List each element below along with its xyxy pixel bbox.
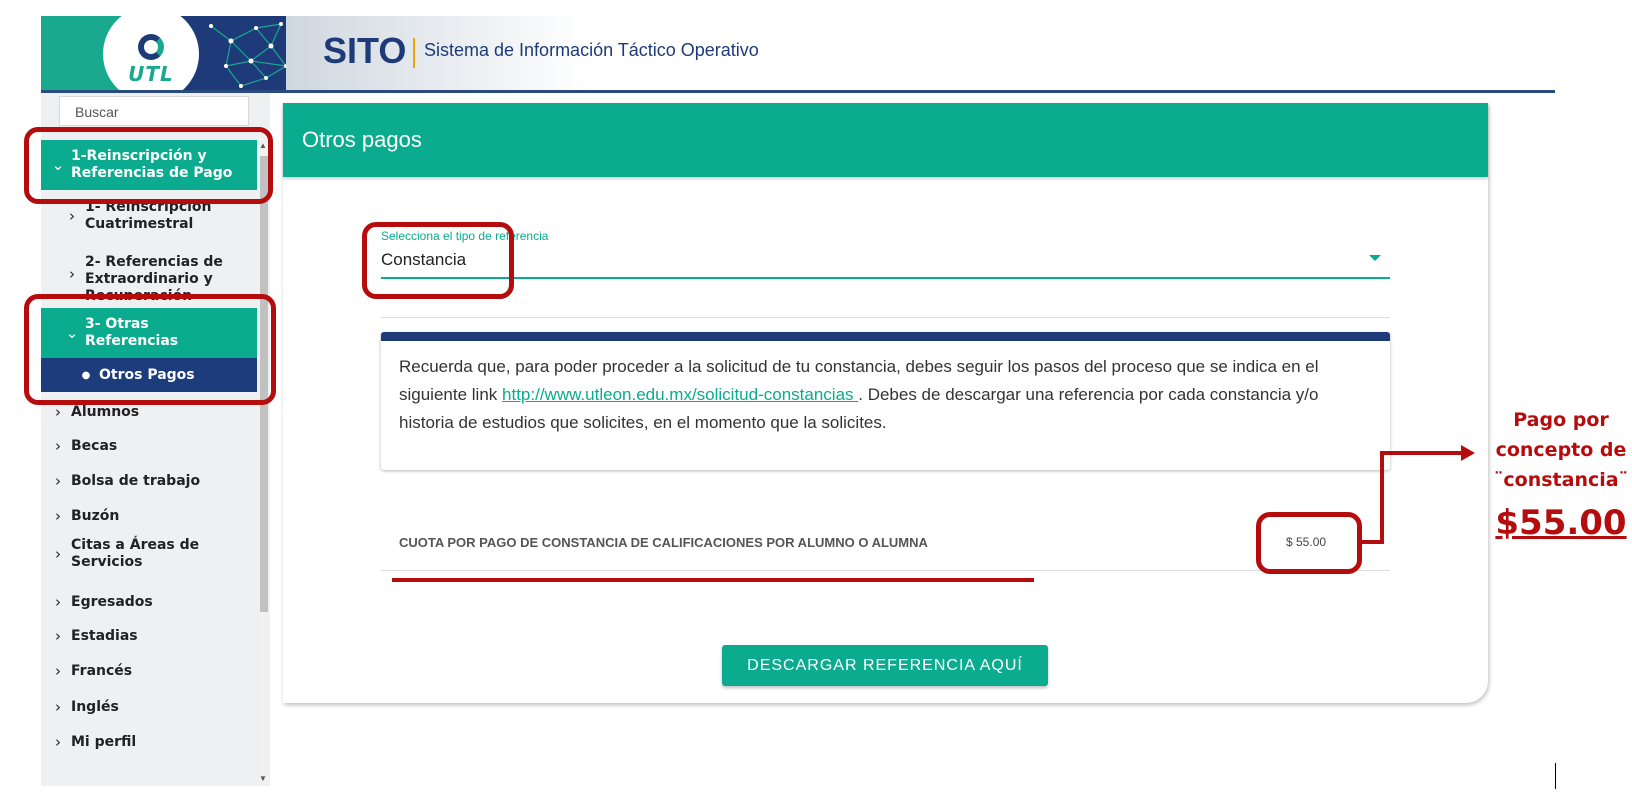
chevron-right-icon: ›	[55, 472, 61, 490]
select-underline	[381, 277, 1390, 279]
logo-band: UTL	[41, 16, 286, 90]
utl-logo[interactable]: UTL	[103, 16, 199, 90]
app-subtitle: Sistema de Información Táctico Operativo	[424, 40, 759, 60]
sidebar-item-label: Citas a Áreas de	[71, 537, 200, 553]
annotation-price: $55.00	[1495, 503, 1627, 543]
sidebar-item-label: Alumnos	[71, 404, 140, 420]
sidebar-item-label: Servicios	[71, 554, 143, 570]
annotation-connector	[1380, 451, 1384, 544]
sidebar-scrollbar[interactable]: ▲ ▼	[258, 138, 270, 786]
sidebar-item-label: Egresados	[71, 594, 153, 610]
concept-underline	[392, 578, 1034, 582]
chevron-right-icon: ›	[55, 698, 61, 716]
annotation-line: concepto de	[1495, 439, 1627, 461]
annotation-note: Pago por concepto de ¨constancia¨	[1490, 405, 1632, 495]
network-icon	[209, 22, 286, 88]
payment-concept: CUOTA POR PAGO DE CONSTANCIA DE CALIFICA…	[399, 535, 928, 550]
text-cursor	[1555, 763, 1556, 789]
sidebar-item-label: 2- Referencias de	[85, 253, 223, 270]
sidebar-item-bolsa-de-trabajo[interactable]: › Bolsa de trabajo	[41, 470, 257, 492]
chevron-right-icon: ›	[55, 627, 61, 645]
sidebar-item-label: Inglés	[71, 699, 119, 715]
sidebar-item-label: Bolsa de trabajo	[71, 473, 201, 489]
chevron-right-icon: ›	[55, 545, 61, 563]
sidebar-item-buzon[interactable]: › Buzón	[41, 505, 257, 527]
sidebar-item-label: Estadias	[71, 628, 138, 644]
chevron-right-icon: ›	[55, 593, 61, 611]
sidebar-item-ingles[interactable]: › Inglés	[41, 696, 257, 718]
sidebar-item-referencias-extraordinario[interactable]: › 2- Referencias de Extraordinario y Recup…	[41, 248, 257, 301]
sidebar-item-label: Becas	[71, 438, 118, 454]
sidebar-item-citas-areas-servicios[interactable]: › Citas a Áreas de Servicios	[41, 534, 257, 574]
chevron-right-icon: ›	[55, 662, 61, 680]
scroll-down-icon[interactable]: ▼	[259, 774, 267, 783]
annotation-line: Pago por	[1513, 409, 1609, 431]
annotation-line: ¨constancia¨	[1493, 469, 1629, 491]
divider	[381, 570, 1390, 571]
app-brand: SITO	[323, 30, 407, 71]
page-title: Otros pagos	[283, 103, 1488, 177]
highlight-box-menu-1	[24, 127, 273, 204]
annotation-connector	[1380, 451, 1464, 455]
main-panel: Otros pagos Selecciona el tipo de refere…	[283, 103, 1488, 703]
sidebar-item-label: Extraordinario y	[85, 270, 213, 287]
sidebar-item-label: Buzón	[71, 508, 120, 524]
sidebar-item-label: Francés	[71, 663, 133, 679]
highlight-box-amount	[1256, 512, 1362, 574]
dropdown-arrow-icon[interactable]	[1369, 255, 1381, 261]
app-header: UTL SITO Sistema de Información Táctico …	[41, 16, 1555, 93]
chevron-right-icon: ›	[69, 207, 75, 225]
logo-swirl-icon	[138, 34, 164, 60]
chevron-right-icon: ›	[55, 507, 61, 525]
sidebar-item-label: Mi perfil	[71, 734, 137, 750]
constancias-link[interactable]: http://www.utleon.edu.mx/solicitud-const…	[502, 385, 858, 404]
arrow-right-icon	[1461, 445, 1475, 461]
highlight-box-menu-3	[24, 294, 276, 405]
sidebar-item-frances[interactable]: › Francés	[41, 660, 257, 682]
highlight-box-select	[362, 222, 514, 299]
sidebar-item-egresados[interactable]: › Egresados	[41, 591, 257, 613]
sidebar-item-label: Cuatrimestral	[85, 216, 194, 232]
divider	[381, 317, 1390, 318]
chevron-right-icon: ›	[55, 437, 61, 455]
brand-separator	[413, 38, 415, 68]
download-reference-button[interactable]: DESCARGAR REFERENCIA AQUÍ	[722, 645, 1048, 686]
chevron-right-icon: ›	[55, 403, 61, 421]
notice-card: Recuerda que, para poder proceder a la s…	[381, 332, 1390, 470]
sidebar-item-estadias[interactable]: › Estadias	[41, 625, 257, 647]
sidebar-item-mi-perfil[interactable]: › Mi perfil	[41, 731, 257, 753]
sidebar-item-becas[interactable]: › Becas	[41, 435, 257, 457]
chevron-right-icon: ›	[69, 265, 75, 283]
sidebar-search-input[interactable]: Buscar	[59, 96, 249, 126]
logo-text: UTL	[128, 62, 174, 86]
chevron-right-icon: ›	[55, 733, 61, 751]
